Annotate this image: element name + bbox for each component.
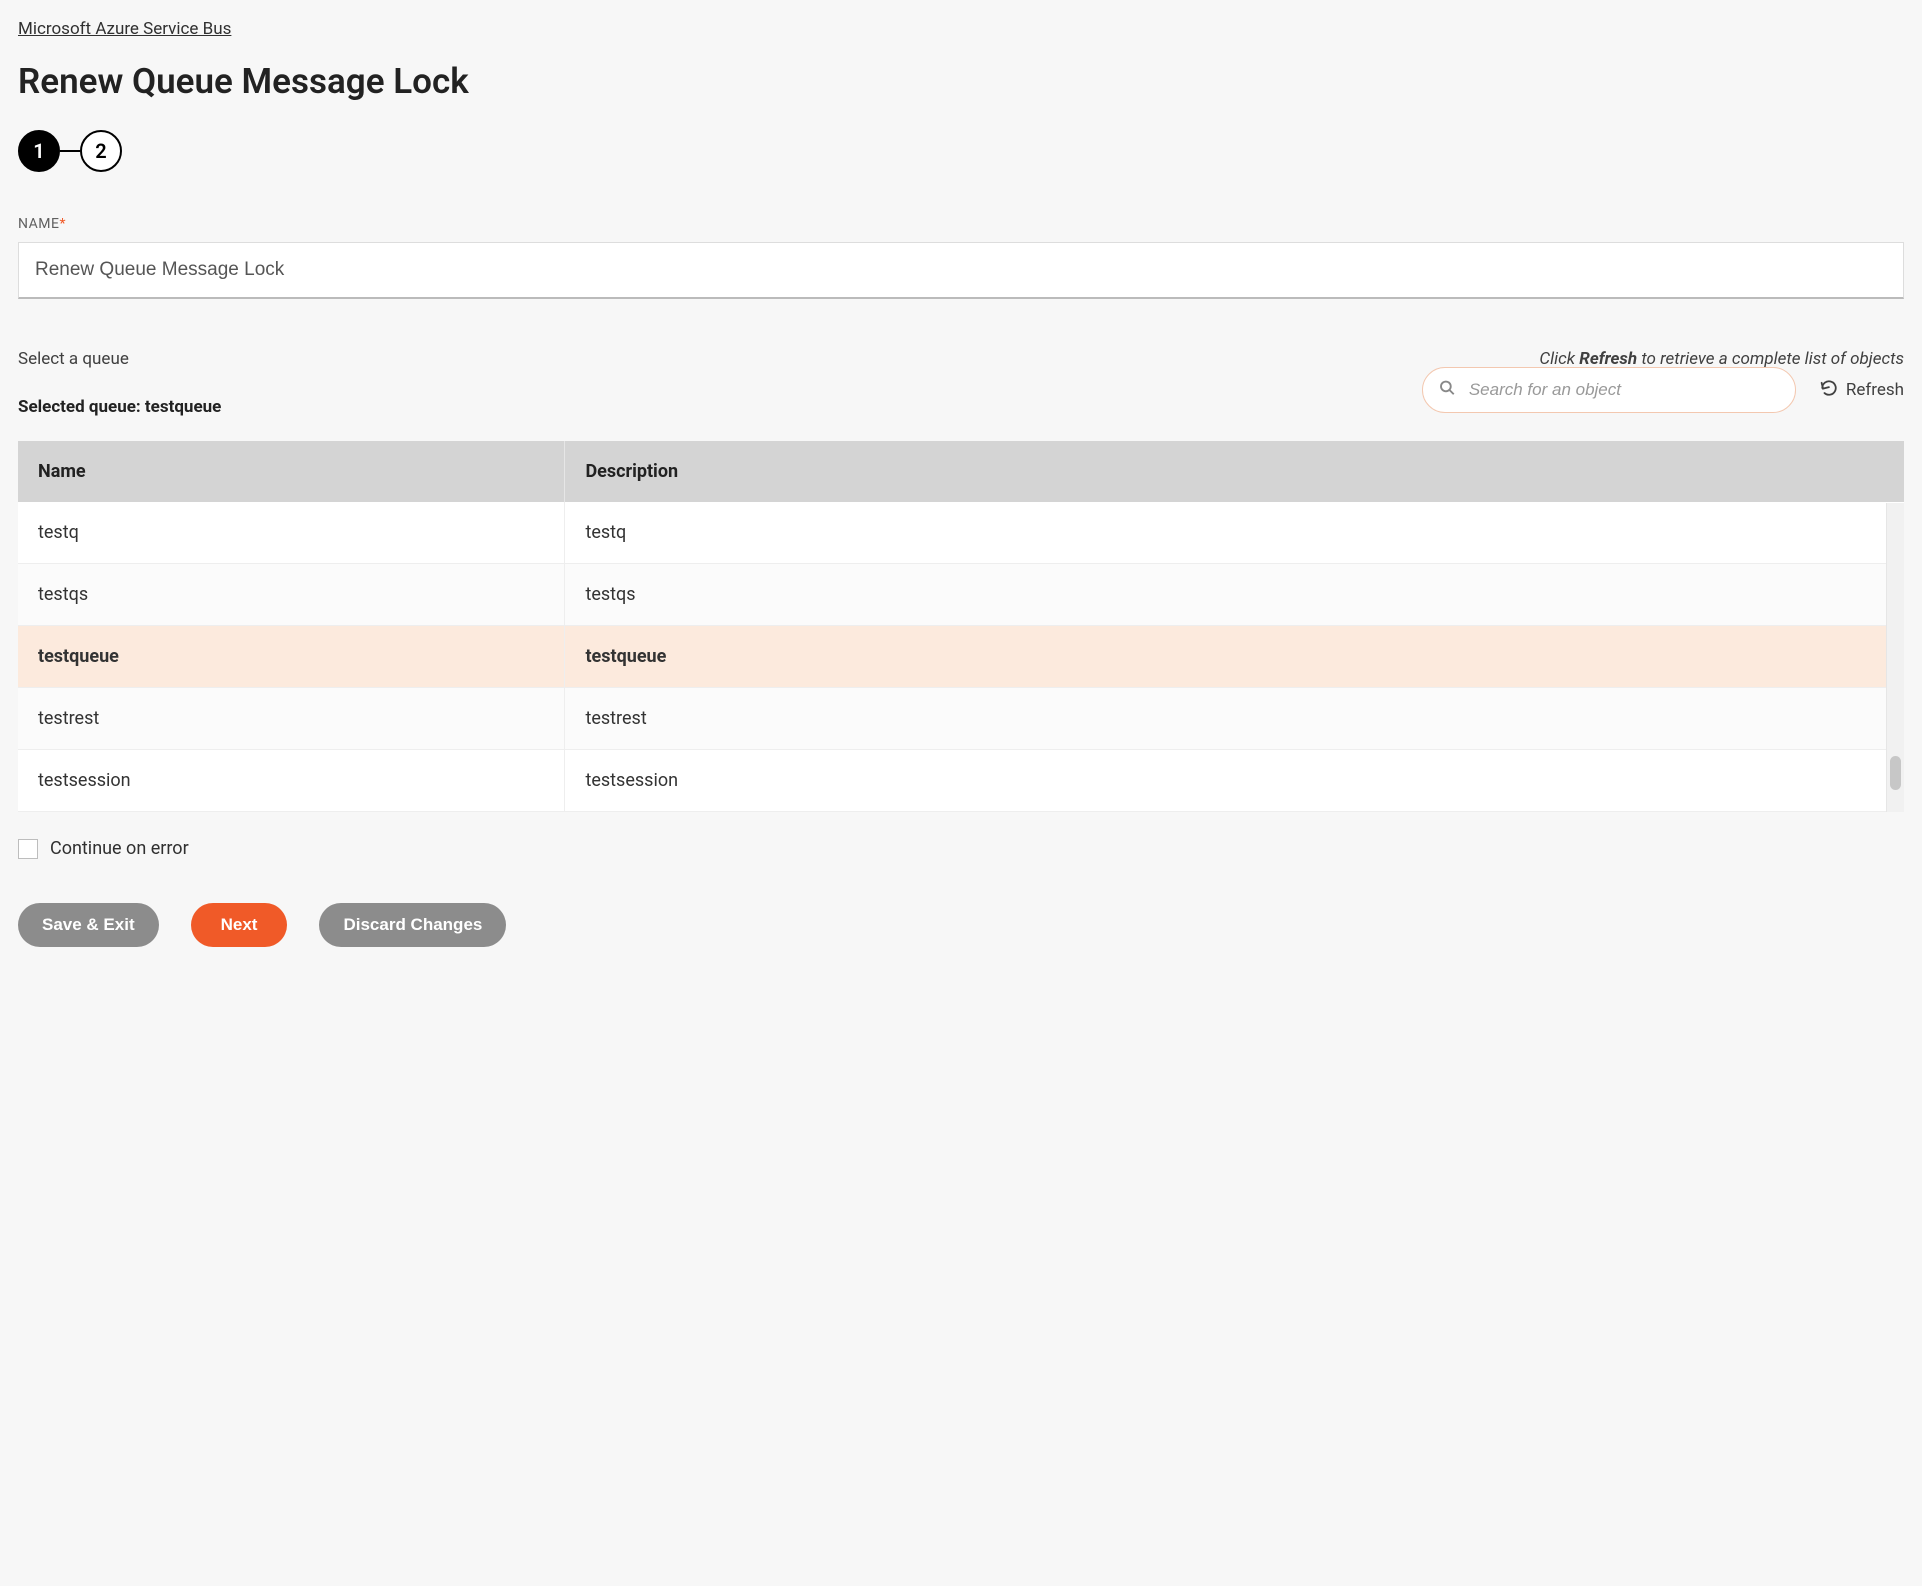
queue-table: Name Description testqtestqtestqstestqst…: [18, 441, 1904, 812]
step-connector: [60, 150, 80, 152]
search-wrap: [1422, 367, 1796, 413]
cell-name: testqs: [18, 564, 565, 626]
table-row[interactable]: testqstestqs: [18, 564, 1904, 626]
name-input[interactable]: [18, 242, 1904, 299]
cell-description: testqueue: [565, 626, 1904, 688]
search-input[interactable]: [1422, 367, 1796, 413]
cell-description: testrest: [565, 688, 1904, 750]
cell-name: testqueue: [18, 626, 565, 688]
refresh-icon: [1820, 379, 1838, 402]
table-row[interactable]: testqueuetestqueue: [18, 626, 1904, 688]
continue-on-error-checkbox[interactable]: [18, 839, 38, 859]
breadcrumb-link[interactable]: Microsoft Azure Service Bus: [18, 19, 231, 39]
scrollbar-thumb[interactable]: [1890, 756, 1901, 790]
table-row[interactable]: testqtestq: [18, 502, 1904, 564]
name-label: NAME*: [18, 216, 1904, 232]
refresh-button[interactable]: Refresh: [1820, 379, 1904, 402]
table-scrollbar[interactable]: [1886, 503, 1904, 812]
cell-name: testrest: [18, 688, 565, 750]
next-button[interactable]: Next: [191, 903, 288, 947]
step-2[interactable]: 2: [80, 130, 122, 172]
step-indicator: 1 2: [18, 130, 1904, 172]
cell-description: testq: [565, 502, 1904, 564]
page-title: Renew Queue Message Lock: [18, 61, 1904, 102]
refresh-hint: Click Refresh to retrieve a complete lis…: [1539, 349, 1904, 369]
refresh-label: Refresh: [1846, 380, 1904, 400]
continue-on-error-label: Continue on error: [50, 838, 189, 859]
search-icon: [1438, 379, 1456, 402]
breadcrumb: Microsoft Azure Service Bus: [18, 18, 1904, 39]
cell-description: testsession: [565, 750, 1904, 812]
discard-button[interactable]: Discard Changes: [319, 903, 506, 947]
table-row[interactable]: testresttestrest: [18, 688, 1904, 750]
queue-table-wrap: Name Description testqtestqtestqstestqst…: [18, 441, 1904, 812]
cell-name: testsession: [18, 750, 565, 812]
cell-name: testq: [18, 502, 565, 564]
table-header-name[interactable]: Name: [18, 441, 565, 502]
select-queue-label: Select a queue: [18, 349, 129, 369]
step-1[interactable]: 1: [18, 130, 60, 172]
selected-queue: Selected queue: testqueue: [18, 397, 221, 417]
cell-description: testqs: [565, 564, 1904, 626]
table-header-description[interactable]: Description: [565, 441, 1904, 502]
table-row[interactable]: testsessiontestsession: [18, 750, 1904, 812]
save-exit-button[interactable]: Save & Exit: [18, 903, 159, 947]
